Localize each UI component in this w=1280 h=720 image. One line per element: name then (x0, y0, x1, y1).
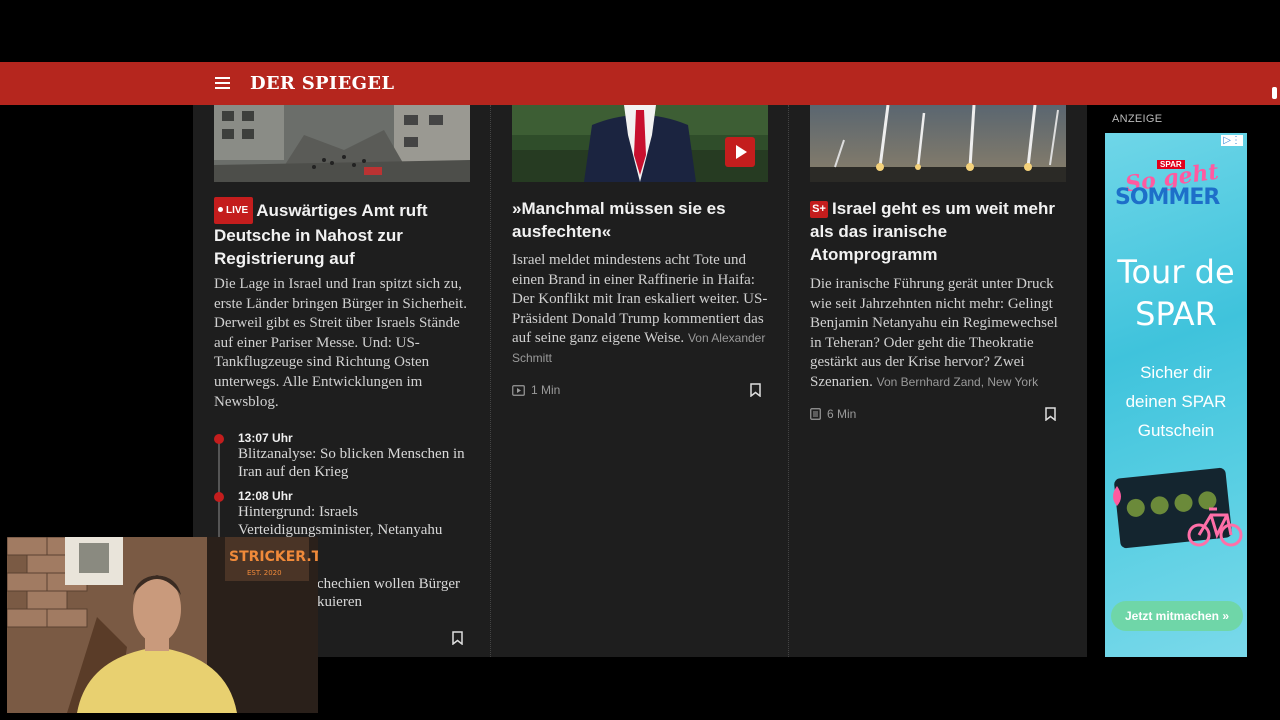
timeline-text[interactable]: Hintergrund: Israels Verteidigungsminist… (238, 503, 474, 539)
webcam-sign-text: STRICKER.TV (229, 549, 318, 565)
spiegel-plus-badge: S+ (810, 201, 828, 218)
live-dot-icon (218, 207, 223, 212)
ad-tour-title: Tour de SPAR (1105, 251, 1247, 335)
article-card-3[interactable]: S+ Israel geht es um weit mehr als das ir… (789, 105, 1087, 657)
article-meta-2: 1 Min (512, 383, 560, 397)
article-image-2[interactable] (512, 105, 768, 182)
ad-sub2: deinen SPAR (1125, 392, 1227, 411)
webcam-video: STRICKER.TV EST. 2020 (7, 537, 318, 713)
article-icon (810, 408, 821, 420)
video-icon (512, 384, 525, 396)
site-logo[interactable]: DER SPIEGEL (250, 73, 394, 94)
ad-tour-line1: Tour de (1117, 253, 1235, 291)
timeline-text[interactable]: chechien wollen Bürger kuieren (317, 575, 474, 611)
article-card-2[interactable]: »Manchmal müssen sie es ausfechten« Isra… (491, 105, 788, 657)
timeline-entry[interactable]: 13:07 Uhr Blitzanalyse: So blicken Mensc… (214, 431, 474, 481)
live-badge: LIVE (214, 197, 254, 224)
adchoices-icon[interactable]: ▷⋮ (1221, 135, 1243, 146)
menu-icon[interactable] (215, 77, 230, 89)
reading-time: 1 Min (531, 383, 561, 397)
article-teaser-1[interactable]: Die Lage in Israel und Iran spitzt sich … (214, 275, 474, 412)
trump-photo (512, 105, 768, 182)
webcam-overlay: STRICKER.TV EST. 2020 (7, 537, 318, 713)
ad-label: ANZEIGE (1112, 113, 1163, 125)
timeline-entry[interactable]: 12:08 Uhr Hintergrund: Israels Verteidig… (214, 489, 474, 539)
article-byline-3[interactable]: Von Bernhard Zand, New York (877, 375, 1038, 389)
webcam-sign-sub: EST. 2020 (247, 569, 282, 577)
timeline-dot-icon (214, 492, 224, 502)
bookmark-icon[interactable] (1045, 407, 1056, 421)
article-meta-3: 6 Min (810, 407, 856, 421)
missile-photo (810, 105, 1066, 182)
ad-subtitle: Sicher dir deinen SPAR Gutschein (1105, 358, 1247, 445)
scrollbar-thumb[interactable] (1272, 87, 1277, 99)
bookmark-icon[interactable] (750, 383, 761, 397)
timeline-dot-icon (214, 434, 224, 444)
timeline-time: 13:07 Uhr (238, 431, 293, 445)
article-teaser-2[interactable]: Israel meldet mindestens acht Tote und e… (512, 251, 768, 369)
drop-icon (1113, 486, 1121, 506)
ad-tour-line2: SPAR (1135, 295, 1217, 333)
article-image-3[interactable] (810, 105, 1066, 182)
rubble-photo (214, 105, 470, 182)
bicycle-icon (1187, 507, 1243, 547)
spar-ad-banner[interactable]: ▷⋮ SPAR So geht SOMMER Tour de SPAR Sich… (1105, 133, 1247, 657)
bookmark-icon[interactable] (452, 631, 463, 645)
ad-cta-button[interactable]: Jetzt mitmachen » (1111, 601, 1243, 631)
article-headline-3[interactable]: S+ Israel geht es um weit mehr als das ir… (810, 197, 1066, 266)
article-image-1[interactable] (214, 105, 470, 182)
teaser-grid: LIVE Auswärtiges Amt ruft Deutsche in Nah… (193, 105, 1087, 657)
article-teaser-3[interactable]: Die iranische Führung gerät unter Druck … (810, 275, 1066, 393)
ad-line2: SOMMER (1115, 185, 1220, 210)
article-headline-2[interactable]: »Manchmal müssen sie es ausfechten« (512, 197, 768, 243)
timeline-text[interactable]: Blitzanalyse: So blicken Menschen in Ira… (238, 445, 474, 481)
reading-time: 6 Min (827, 407, 857, 421)
ad-sub1: Sicher dir (1140, 363, 1212, 382)
article-headline-1[interactable]: LIVE Auswärtiges Amt ruft Deutsche in Nah… (214, 197, 470, 270)
site-header: DER SPIEGEL (0, 62, 1280, 105)
timeline-time: 12:08 Uhr (238, 489, 293, 503)
ad-sub3: Gutschein (1137, 421, 1215, 440)
